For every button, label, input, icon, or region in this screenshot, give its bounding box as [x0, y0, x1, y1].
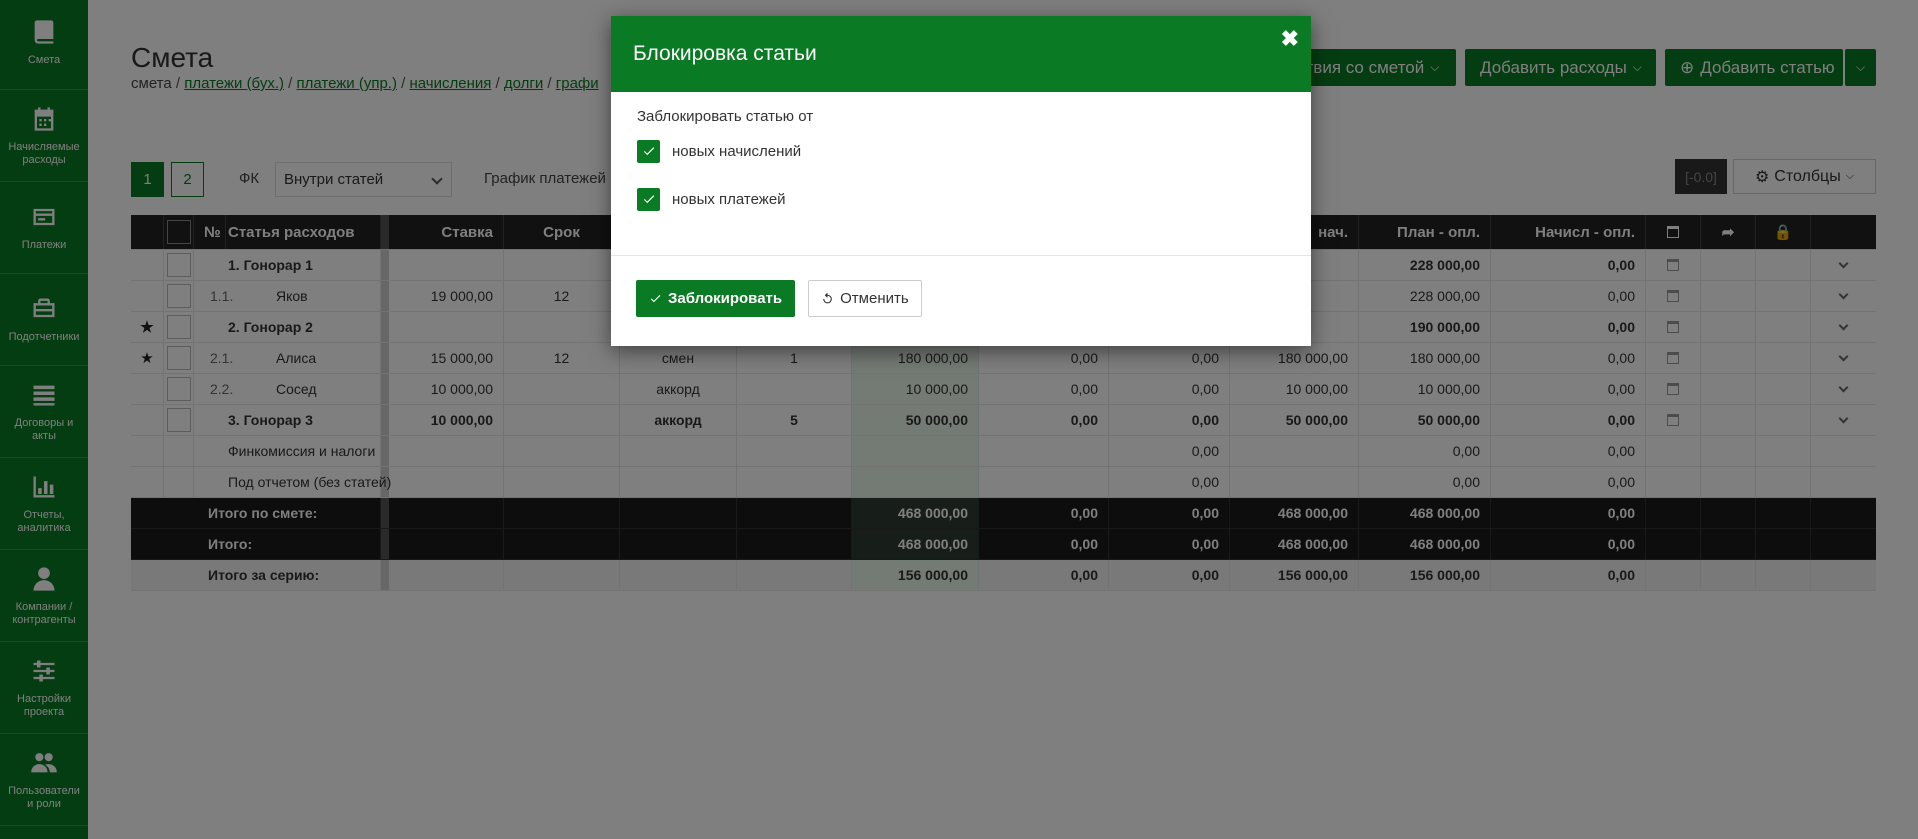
row-number — [194, 250, 284, 280]
option-new-payments[interactable]: новых платежей — [637, 187, 1285, 211]
row-number — [194, 405, 284, 435]
modal-intro: Заблокировать статью от — [637, 108, 814, 125]
row-number: 2.2. — [210, 381, 234, 397]
row-number — [194, 467, 284, 497]
option-label: новых платежей — [672, 190, 786, 208]
close-icon[interactable]: ✖ — [1281, 26, 1299, 52]
lock-confirm-label: Заблокировать — [668, 290, 783, 307]
cancel-label: Отменить — [840, 290, 909, 307]
row-number: 1.1. — [210, 288, 234, 304]
check-icon — [650, 295, 661, 303]
lock-article-modal: Блокировка статьи ✖ Заблокировать статью… — [611, 16, 1311, 346]
undo-icon — [823, 292, 832, 304]
cancel-button[interactable]: Отменить — [808, 280, 922, 317]
lock-confirm-button[interactable]: Заблокировать — [636, 280, 796, 317]
modal-footer: Заблокировать Отменить — [611, 256, 1311, 341]
row-number — [194, 312, 284, 342]
modal-title: Блокировка статьи — [633, 42, 817, 65]
checkbox-new-payments[interactable] — [637, 187, 660, 211]
modal-body: Заблокировать статью от новых начислений… — [611, 92, 1311, 256]
modal-header: Блокировка статьи ✖ — [611, 16, 1311, 92]
check-icon — [643, 195, 654, 204]
check-icon — [643, 147, 654, 156]
option-label: новых начислений — [672, 142, 802, 160]
row-number — [194, 436, 284, 466]
checkbox-new-accruals[interactable] — [637, 139, 660, 163]
row-number: 2.1. — [210, 350, 234, 366]
option-new-accruals[interactable]: новых начислений — [637, 139, 1285, 163]
